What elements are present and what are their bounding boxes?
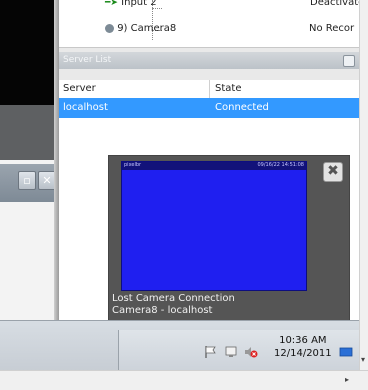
horizontal-scrollbar[interactable]: ▸	[0, 370, 368, 390]
panel-close-button[interactable]	[343, 55, 355, 67]
column-header-server[interactable]: Server	[63, 83, 96, 94]
pin-button[interactable]: ▫	[18, 171, 36, 190]
video-pane-left	[0, 0, 54, 105]
flag-icon[interactable]	[204, 345, 218, 359]
server-state: Connected	[215, 102, 269, 113]
input-icon: ━➤	[105, 0, 118, 8]
popup-close-button[interactable]: ✖	[323, 162, 343, 182]
clock-time: 10:36 AM	[279, 335, 327, 346]
column-separator[interactable]	[209, 80, 210, 98]
popup-message-line1: Lost Camera Connection	[112, 293, 235, 304]
scroll-right-arrow-icon[interactable]: ▸	[345, 375, 349, 384]
thumbnail-timestamp: 09/16/22 14:51:08	[257, 162, 304, 168]
server-list-columns: Server State	[59, 80, 359, 99]
tree-item-status: Deactivate	[310, 0, 365, 8]
show-desktop-icon[interactable]	[339, 345, 353, 359]
volume-muted-icon[interactable]	[244, 345, 258, 359]
vertical-scrollbar[interactable]: ▾	[359, 0, 368, 370]
popup-message-line2: Camera8 - localhost	[112, 305, 213, 316]
panel-title: Server List	[63, 55, 112, 65]
server-name: localhost	[63, 102, 108, 113]
network-icon[interactable]	[224, 345, 238, 359]
system-tray: 10:36 AM 12/14/2011	[118, 330, 360, 370]
camera-popup[interactable]: pixelbr 09/16/22 14:51:08 ✖ Lost Camera …	[108, 155, 350, 321]
clock[interactable]: 10:36 AM 12/14/2011	[274, 334, 332, 360]
video-pane-left-gray	[0, 105, 54, 160]
tree-connector	[152, 8, 162, 10]
server-list-header: Server List	[59, 52, 359, 69]
scroll-down-arrow-icon[interactable]: ▾	[361, 355, 365, 364]
left-panel-buttons: ▫ ✕	[18, 171, 56, 191]
thumbnail-header: pixelbr 09/16/22 14:51:08	[122, 162, 306, 170]
tree-item-input2[interactable]: ━➤ Input 2	[105, 0, 157, 8]
tree-item-label: 9) Camera8	[117, 23, 177, 34]
camera-icon	[105, 23, 114, 33]
tree-item-status: No Recor	[309, 23, 355, 34]
tree-item-label: Input 2	[121, 0, 157, 8]
server-row[interactable]: localhost Connected	[59, 98, 359, 118]
tree-item-camera8[interactable]: 9) Camera8	[105, 23, 176, 34]
device-tree: ━➤ Input 2 Deactivate 9) Camera8 No Reco…	[59, 0, 364, 48]
thumbnail-logo: pixelbr	[124, 162, 142, 168]
popup-message: Lost Camera Connection Camera8 - localho…	[112, 293, 235, 317]
camera-thumbnail: pixelbr 09/16/22 14:51:08	[121, 161, 307, 291]
clock-date: 12/14/2011	[274, 348, 332, 359]
column-header-state[interactable]: State	[215, 83, 241, 94]
